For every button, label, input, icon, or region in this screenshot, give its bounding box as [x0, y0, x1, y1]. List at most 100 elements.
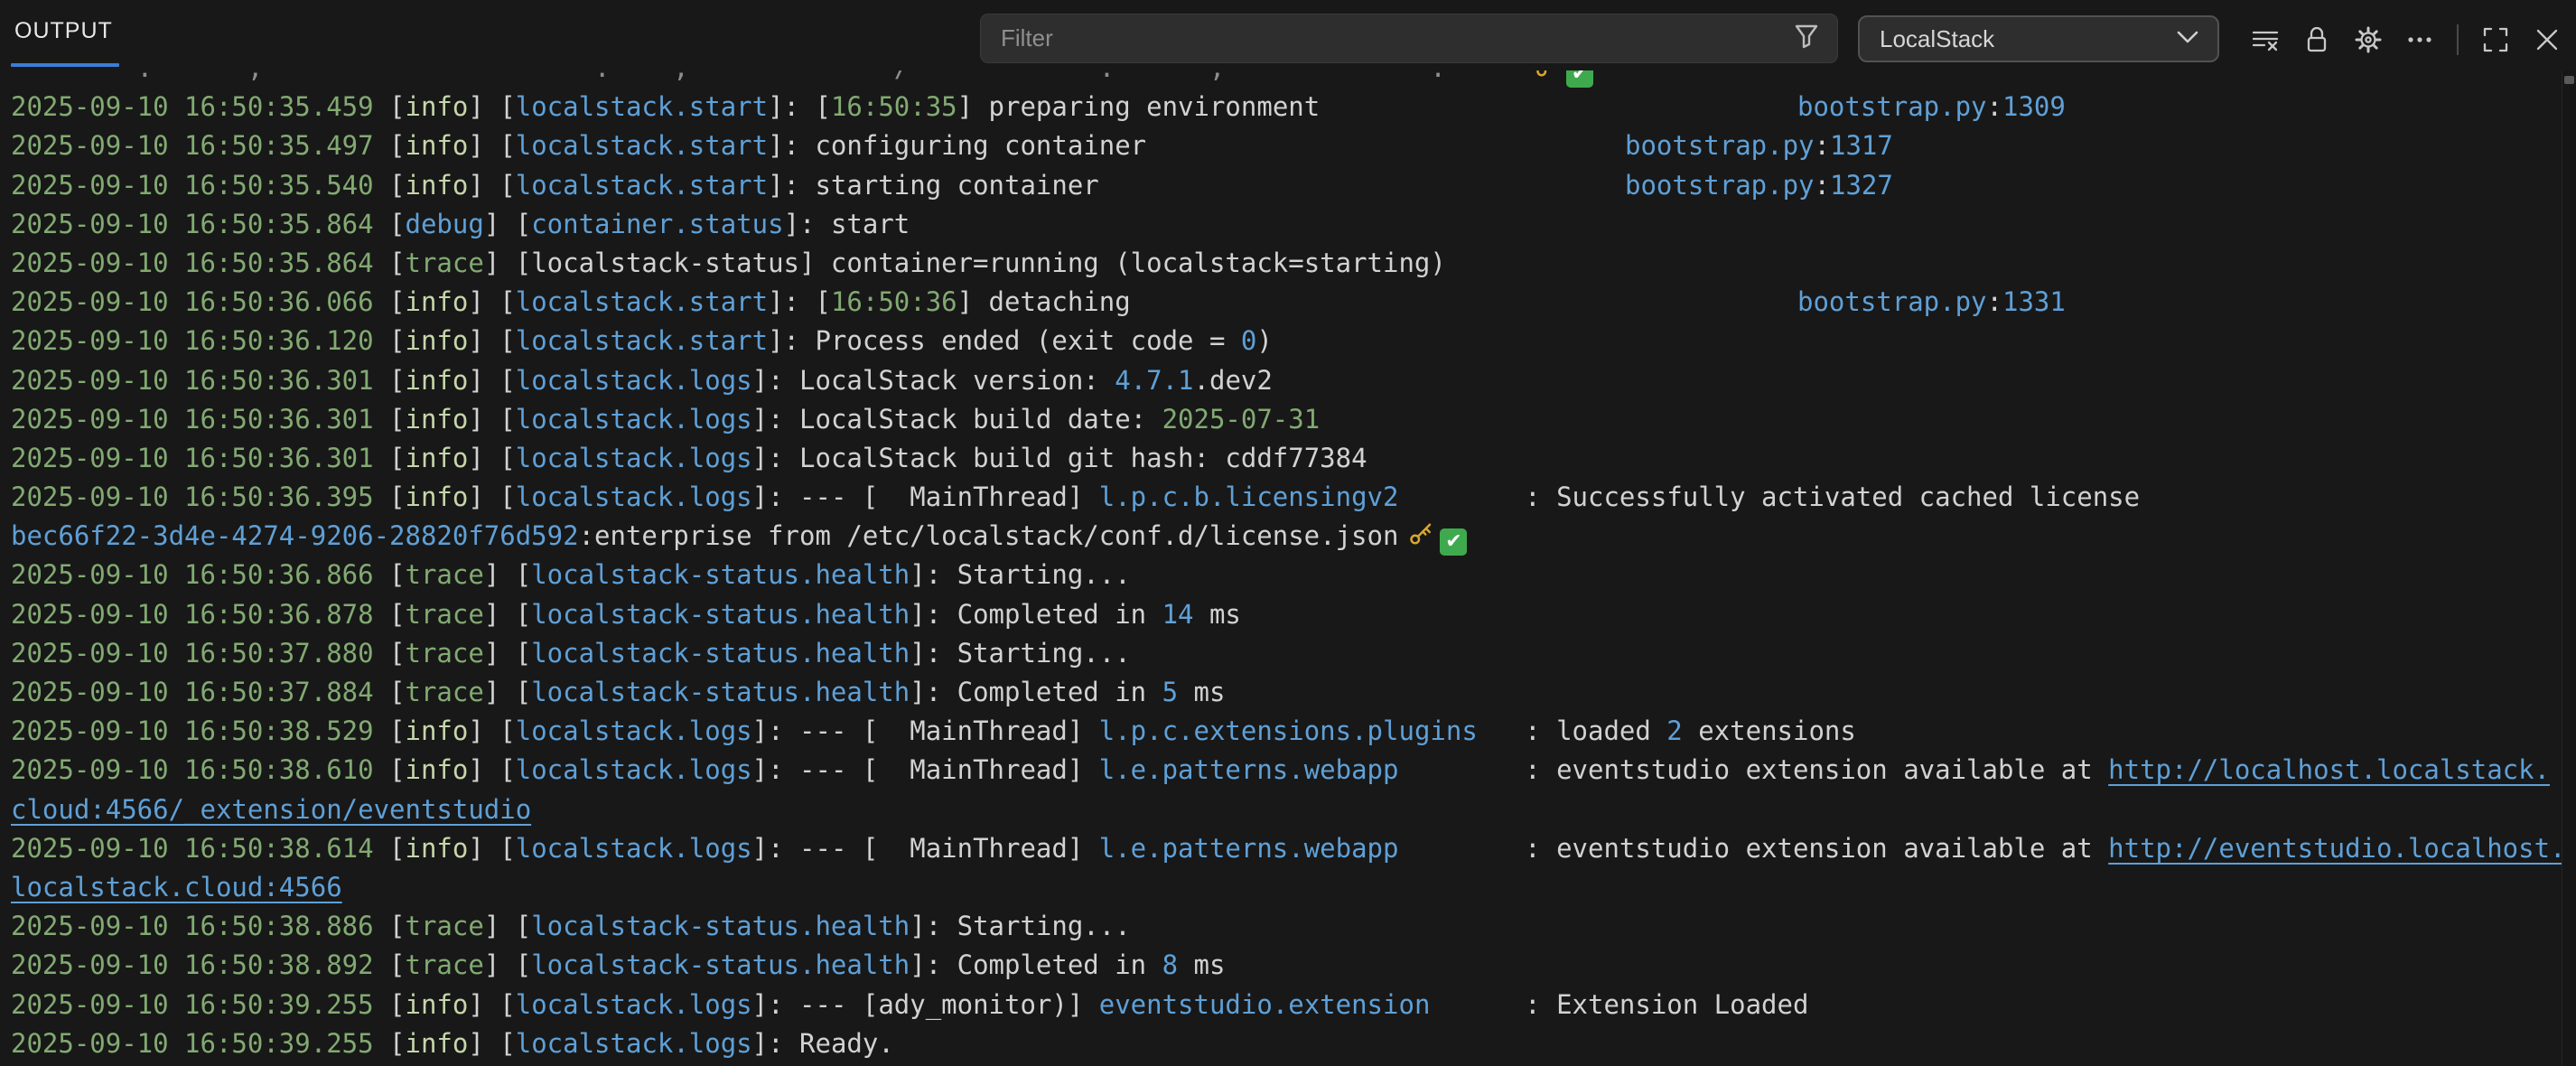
tab-output[interactable]: OUTPUT: [14, 18, 113, 44]
log-segment: 16:50:35: [831, 91, 957, 122]
check-icon: ✔: [1440, 528, 1467, 556]
log-segment: ]: --- [ MainThread]: [752, 715, 1099, 746]
log-url-link[interactable]: cloud:4566/_extension/eventstudio: [11, 794, 531, 825]
log-row: 2025-09-10 16:50:36.066 [info] [localsta…: [11, 283, 2562, 322]
source-link-part: 1331: [2002, 286, 2066, 317]
log-segment: ]: LocalStack build git hash: cddf77384: [752, 443, 1367, 473]
log-segment: localstack.logs: [516, 1028, 752, 1059]
gear-icon[interactable]: [2352, 23, 2385, 56]
log-segment: ] [: [468, 754, 515, 785]
log-segment: trace: [406, 949, 484, 980]
log-segment: [: [389, 325, 405, 356]
source-link-part: 1309: [2002, 91, 2066, 122]
log-segment: : eventstudio extension available at: [1398, 754, 2108, 785]
log-segment: :enterprise from /etc/localstack/conf.d/…: [579, 520, 1399, 551]
log-url-link[interactable]: localstack.cloud:4566: [11, 872, 342, 902]
log-segment: [: [389, 91, 405, 122]
log-segment: ]: Starting...: [910, 638, 1130, 669]
log-segment: 2025-09-10 16:50:36.301: [11, 404, 389, 435]
log-segment: [: [389, 677, 405, 707]
key-icon: [1407, 520, 1434, 559]
vertical-scrollbar[interactable]: [2562, 70, 2576, 1066]
log-segment: ]: Ready.: [752, 1028, 894, 1059]
log-segment: ]: [: [768, 91, 831, 122]
log-segment: ] [: [468, 91, 515, 122]
filter-funnel-icon[interactable]: [1792, 22, 1821, 55]
log-segment: l.p.c.extensions.plugins: [1099, 715, 1478, 746]
source-file-link[interactable]: bootstrap.py:1331: [1797, 283, 2066, 322]
log-segment: ms: [1194, 599, 1241, 630]
log-row: 2025-09-10 16:50:38.614 [info] [localsta…: [11, 829, 2562, 868]
log-segment: ]: Completed in: [910, 599, 1162, 630]
log-segment: trace: [406, 911, 484, 941]
toolbar-separator: [2457, 24, 2459, 55]
log-segment: info: [406, 989, 469, 1020]
log-segment: ms: [1178, 677, 1225, 707]
log-segment: ] [: [484, 599, 531, 630]
output-panel: OUTPUT LocalStack: [0, 0, 2576, 1066]
log-segment: localstack-status.health: [531, 599, 910, 630]
log-segment: [: [389, 170, 405, 201]
maximize-panel-icon[interactable]: [2479, 23, 2512, 56]
scrollbar-thumb[interactable]: [2564, 76, 2574, 84]
log-segment: 14: [1162, 599, 1194, 630]
log-segment: ] [: [468, 170, 515, 201]
log-segment: 16:50:36: [831, 286, 957, 317]
log-segment: ] [: [468, 715, 515, 746]
source-link-part: 1317: [1830, 130, 1893, 161]
log-segment: info: [406, 443, 469, 473]
log-segment: ] [: [484, 911, 531, 941]
source-file-link[interactable]: bootstrap.py:1327: [1625, 166, 1893, 205]
log-segment: : Extension Loaded: [1430, 989, 1808, 1020]
log-segment: [: [389, 209, 405, 239]
source-link-part: bootstrap.py: [1797, 286, 1987, 317]
log-segment: localstack.start: [516, 130, 768, 161]
log-segment: container.status: [531, 209, 783, 239]
log-row: 2025-09-10 16:50:35.497 [info] [localsta…: [11, 126, 2562, 165]
source-link-part: :: [1987, 91, 2002, 122]
log-segment: info: [406, 170, 469, 201]
source-link-part: :: [1815, 170, 1830, 201]
log-row-clipped: ' . , ' ' . , ' / ' . , ' . ' ✔: [11, 70, 2562, 88]
log-segment: 4.7.1: [1115, 365, 1193, 396]
log-segment: info: [406, 325, 469, 356]
log-segment: info: [406, 365, 469, 396]
log-segment: ] [: [484, 677, 531, 707]
log-url-link[interactable]: http://localhost.localstack.: [2108, 754, 2550, 785]
log-segment: ] [: [468, 482, 515, 512]
log-segment: [: [389, 559, 405, 590]
log-segment: localstack.start: [516, 91, 768, 122]
log-row: 2025-09-10 16:50:35.864 [trace] [localst…: [11, 244, 2562, 283]
clear-output-icon[interactable]: [2249, 23, 2282, 56]
log-segment: info: [406, 754, 469, 785]
log-segment: 2: [1666, 715, 1682, 746]
channel-dropdown[interactable]: LocalStack: [1858, 15, 2219, 62]
log-segment: 2025-09-10 16:50:36.301: [11, 365, 389, 396]
check-icon: ✔: [1566, 70, 1593, 88]
log-segment: ]: start: [784, 209, 910, 239]
ellipsis-icon[interactable]: [2403, 23, 2436, 56]
log-segment: ] [: [468, 286, 515, 317]
log-row: 2025-09-10 16:50:36.301 [info] [localsta…: [11, 400, 2562, 439]
log-segment: 2025-09-10 16:50:38.610: [11, 754, 389, 785]
log-segment: info: [406, 130, 469, 161]
log-segment: localstack.logs: [516, 443, 752, 473]
log-row: 2025-09-10 16:50:39.255 [info] [localsta…: [11, 1024, 2562, 1063]
log-segment: 5: [1162, 677, 1178, 707]
log-segment: localstack.start: [516, 286, 768, 317]
log-segment: ] [: [468, 404, 515, 435]
source-link-part: 1327: [1830, 170, 1893, 201]
log-url-link[interactable]: http://eventstudio.localhost.: [2108, 833, 2562, 864]
log-segment: info: [406, 286, 469, 317]
log-segment: [: [389, 949, 405, 980]
filter-input[interactable]: [981, 24, 1792, 52]
lock-icon[interactable]: [2301, 23, 2333, 56]
log-row: 2025-09-10 16:50:36.878 [trace] [localst…: [11, 595, 2562, 634]
close-panel-icon[interactable]: [2531, 23, 2563, 56]
log-segment: localstack.logs: [516, 754, 752, 785]
source-file-link[interactable]: bootstrap.py:1317: [1625, 126, 1893, 165]
log-segment: trace: [406, 677, 484, 707]
log-segment: 2025-09-10 16:50:39.255: [11, 989, 389, 1020]
log-segment: [: [389, 443, 405, 473]
source-file-link[interactable]: bootstrap.py:1309: [1797, 88, 2066, 126]
